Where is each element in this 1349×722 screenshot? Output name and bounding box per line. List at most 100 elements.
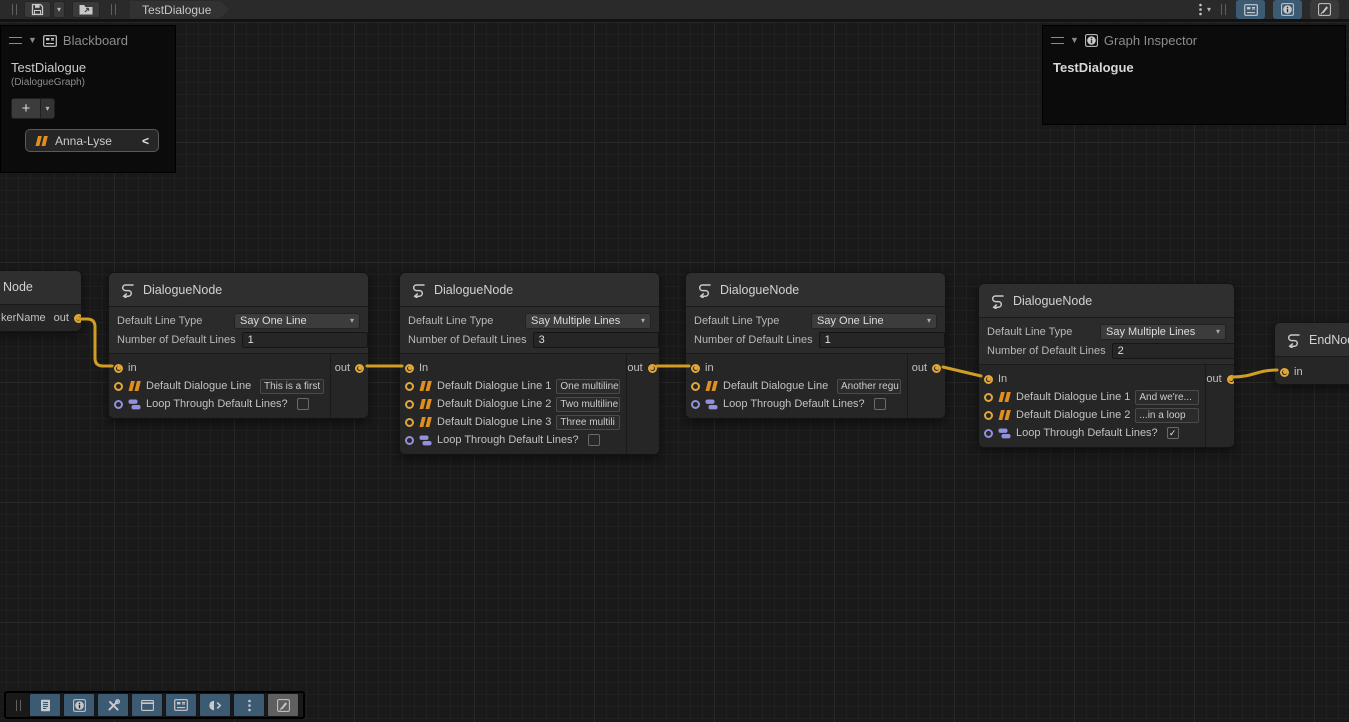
out-port-label: out bbox=[912, 362, 927, 374]
data-port[interactable] bbox=[405, 400, 414, 409]
save-dropdown-button[interactable]: ▾ bbox=[53, 1, 65, 18]
line-type-dropdown[interactable]: Say One Line▾ bbox=[234, 313, 360, 329]
graph-inspector-header[interactable]: ▼ Graph Inspector bbox=[1043, 26, 1345, 52]
more-options-button[interactable]: ▾ bbox=[1194, 3, 1215, 16]
dialogue-node-1[interactable]: DialogueNodeDefault Line TypeSay One Lin… bbox=[108, 272, 369, 419]
loop-port[interactable] bbox=[691, 400, 700, 409]
dialogue-line-field[interactable]: Two multiline bbox=[556, 397, 620, 412]
toolbar-drag-handle[interactable] bbox=[12, 4, 17, 15]
node-header[interactable]: DialogueNode bbox=[400, 273, 659, 307]
blackboard-header[interactable]: ▼ Blackboard bbox=[1, 26, 175, 52]
num-lines-field[interactable]: 1 bbox=[819, 332, 945, 348]
pen-button[interactable] bbox=[267, 693, 299, 717]
node-header[interactable]: EndNode bbox=[1275, 323, 1349, 357]
drag-handle-icon[interactable] bbox=[1051, 37, 1064, 44]
flow-port[interactable] bbox=[114, 364, 123, 373]
more-button[interactable] bbox=[233, 693, 265, 717]
edge-dialogue-node-3.out-to-dialogue-node-4.in[interactable] bbox=[943, 367, 981, 376]
in-port-label: In bbox=[998, 373, 1007, 385]
blackboard-button[interactable] bbox=[165, 693, 197, 717]
add-property-dropdown[interactable]: ▾ bbox=[41, 98, 55, 119]
pen-icon bbox=[277, 699, 290, 712]
loop-port[interactable] bbox=[405, 436, 414, 445]
flow-port[interactable] bbox=[355, 364, 364, 373]
toolbar-separator bbox=[111, 4, 116, 15]
dialogue-line-row: Default Dialogue Line 1And we're... bbox=[979, 388, 1205, 406]
dialogue-node-3[interactable]: DialogueNodeDefault Line TypeSay One Lin… bbox=[685, 272, 946, 419]
output-ports: out bbox=[907, 354, 945, 418]
inspector-button[interactable] bbox=[63, 693, 95, 717]
line-type-dropdown[interactable]: Say Multiple Lines▾ bbox=[525, 313, 651, 329]
end-node[interactable]: EndNodein bbox=[1274, 322, 1349, 385]
add-property-button[interactable]: + bbox=[11, 98, 41, 119]
drag-handle-icon[interactable] bbox=[9, 37, 22, 44]
in-port-row: in bbox=[109, 359, 330, 377]
loop-port-row: Loop Through Default Lines? bbox=[686, 395, 907, 413]
collapse-triangle-icon[interactable]: ▼ bbox=[28, 36, 37, 45]
loop-port[interactable] bbox=[984, 429, 993, 438]
flow-port[interactable] bbox=[405, 364, 414, 373]
loop-checkbox[interactable] bbox=[588, 434, 600, 446]
num-lines-field[interactable]: 2 bbox=[1112, 343, 1235, 359]
dialogue-line-row: Default Dialogue Line 2...in a loop bbox=[979, 406, 1205, 424]
data-port[interactable] bbox=[691, 382, 700, 391]
blackboard-title: Blackboard bbox=[63, 33, 128, 48]
flow-port[interactable] bbox=[932, 364, 941, 373]
dialogue-line-field[interactable]: Three multili bbox=[556, 415, 620, 430]
loop-checkbox[interactable] bbox=[297, 398, 309, 410]
quote-icon bbox=[998, 410, 1011, 420]
node-title: EndNode bbox=[1309, 333, 1349, 347]
console-button[interactable] bbox=[29, 693, 61, 717]
line-type-dropdown[interactable]: Say Multiple Lines▾ bbox=[1100, 324, 1226, 340]
data-port[interactable] bbox=[984, 393, 993, 402]
breadcrumb[interactable]: TestDialogue bbox=[130, 1, 229, 19]
open-asset-button[interactable] bbox=[72, 1, 100, 18]
speaker-name-node[interactable]: NodekerNameout bbox=[0, 270, 82, 332]
edge-dialogue-node-4.out-to-end-node.in[interactable] bbox=[1233, 370, 1277, 377]
graph-type: (DialogueGraph) bbox=[11, 77, 165, 88]
dialogue-line-field[interactable]: ...in a loop bbox=[1135, 408, 1199, 423]
node-header[interactable]: DialogueNode bbox=[109, 273, 368, 307]
node-header[interactable]: DialogueNode bbox=[686, 273, 945, 307]
pen-toggle[interactable] bbox=[1310, 0, 1339, 19]
edge-speaker-name-node.out-to-dialogue-node-1.in[interactable] bbox=[78, 319, 112, 366]
flow-port[interactable] bbox=[648, 364, 657, 373]
num-lines-field[interactable]: 1 bbox=[242, 332, 368, 348]
loop-checkbox[interactable]: ✓ bbox=[1167, 427, 1179, 439]
node-header[interactable]: DialogueNode bbox=[979, 284, 1234, 318]
dialogue-node-2[interactable]: DialogueNodeDefault Line TypeSay Multipl… bbox=[399, 272, 660, 455]
num-lines-field[interactable]: 3 bbox=[533, 332, 659, 348]
dialogue-line-field[interactable]: This is a first bbox=[260, 379, 324, 394]
flow-port[interactable] bbox=[984, 375, 993, 384]
flow-port[interactable] bbox=[691, 364, 700, 373]
field-label: Number of Default Lines bbox=[694, 334, 813, 346]
save-button[interactable] bbox=[24, 1, 51, 18]
tools-button[interactable] bbox=[97, 693, 129, 717]
inspector-toggle[interactable] bbox=[1273, 0, 1302, 19]
data-port[interactable] bbox=[114, 382, 123, 391]
pen-icon bbox=[1318, 3, 1331, 16]
toolbar-drag-handle[interactable] bbox=[16, 700, 21, 711]
dialogue-line-field[interactable]: One multiline bbox=[556, 379, 620, 394]
dialogue-line-field[interactable]: Another regu bbox=[837, 379, 901, 394]
top-toolbar: ▾ TestDialogue ▾ bbox=[0, 0, 1349, 22]
window-button[interactable] bbox=[131, 693, 163, 717]
caret-down-icon: ▾ bbox=[350, 316, 354, 325]
line-type-dropdown[interactable]: Say One Line▾ bbox=[811, 313, 937, 329]
flow-port[interactable] bbox=[1280, 368, 1289, 377]
collapse-triangle-icon[interactable]: ▼ bbox=[1070, 36, 1079, 45]
loop-checkbox[interactable] bbox=[874, 398, 886, 410]
data-port[interactable] bbox=[405, 382, 414, 391]
transition-button[interactable] bbox=[199, 693, 231, 717]
data-port[interactable] bbox=[405, 418, 414, 427]
quote-icon bbox=[35, 136, 48, 146]
dialogue-line-field[interactable]: And we're... bbox=[1135, 390, 1199, 405]
inspected-graph-name: TestDialogue bbox=[1053, 60, 1335, 75]
blackboard-property[interactable]: Anna-Lyse < bbox=[25, 129, 159, 152]
chevron-left-icon[interactable]: < bbox=[142, 134, 149, 148]
data-port[interactable] bbox=[984, 411, 993, 420]
loop-port[interactable] bbox=[114, 400, 123, 409]
dialogue-node-4[interactable]: DialogueNodeDefault Line TypeSay Multipl… bbox=[978, 283, 1235, 448]
blackboard-toggle[interactable] bbox=[1236, 0, 1265, 19]
node-properties: Default Line TypeSay One Line▾Number of … bbox=[686, 307, 945, 354]
